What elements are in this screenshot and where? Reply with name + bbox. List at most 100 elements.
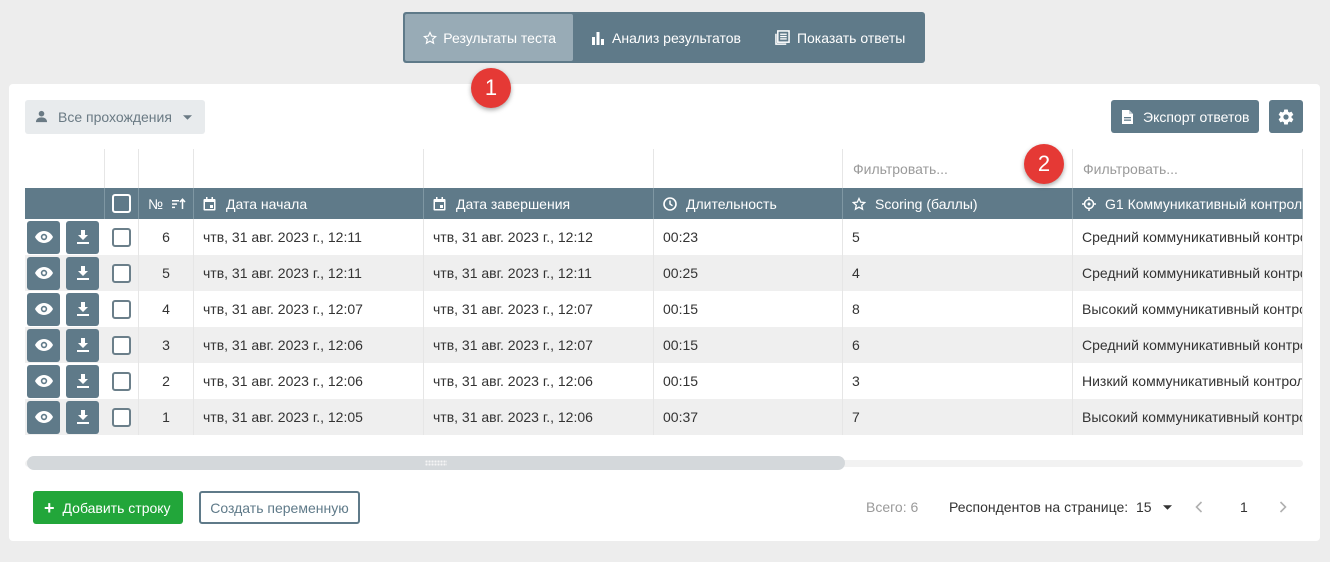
eye-icon	[34, 231, 53, 243]
star-outline-icon	[423, 30, 438, 46]
header-duration[interactable]: Длительность	[654, 188, 843, 219]
cell-start-date: чтв, 31 авг. 2023 г., 12:11	[194, 255, 424, 291]
add-row-label: Добавить строку	[62, 499, 171, 516]
export-label: Экспорт ответов	[1143, 108, 1250, 125]
eye-icon	[34, 303, 53, 315]
cell-duration: 00:37	[654, 399, 843, 435]
sort-asc-icon[interactable]	[172, 197, 186, 210]
cell-end-date: чтв, 31 авг. 2023 г., 12:11	[424, 255, 654, 291]
file-icon	[1122, 109, 1134, 124]
row-checkbox[interactable]	[112, 263, 131, 283]
view-button[interactable]	[27, 256, 60, 290]
cell-num: 4	[139, 291, 194, 327]
filter-cell-empty	[25, 149, 105, 188]
next-page-button[interactable]	[1279, 494, 1287, 520]
row-select	[105, 399, 139, 435]
g1-filter-input[interactable]: Фильтровать...	[1073, 149, 1303, 188]
cell-duration: 00:25	[654, 255, 843, 291]
tab-label: Показать ответы	[796, 29, 906, 46]
current-page[interactable]: 1	[1240, 494, 1248, 520]
settings-button[interactable]	[1269, 100, 1303, 133]
scrollbar-thumb[interactable]	[27, 456, 845, 470]
annotation-badge-2: 2	[1024, 144, 1064, 184]
header-scoring-label: Scoring (баллы)	[875, 195, 978, 212]
download-button[interactable]	[66, 292, 99, 326]
chevron-right-icon	[1279, 501, 1287, 513]
cell-score: 3	[843, 363, 1073, 399]
view-button[interactable]	[27, 292, 60, 326]
cell-end-date: чтв, 31 авг. 2023 г., 12:12	[424, 219, 654, 255]
caret-down-icon[interactable]	[1163, 494, 1172, 520]
cell-end-date: чтв, 31 авг. 2023 г., 12:06	[424, 363, 654, 399]
clock-icon	[663, 196, 677, 211]
cell-start-date: чтв, 31 авг. 2023 г., 12:11	[194, 219, 424, 255]
row-checkbox[interactable]	[112, 227, 131, 247]
cell-score: 4	[843, 255, 1073, 291]
cell-g1: Средний коммуникативный контроль	[1073, 327, 1303, 363]
view-button[interactable]	[27, 220, 60, 254]
view-button[interactable]	[27, 364, 60, 398]
filter-cell-empty	[194, 149, 424, 188]
list-icon	[775, 30, 791, 46]
download-icon	[76, 230, 89, 244]
total-count: Всего: 6	[866, 499, 919, 515]
row-select	[105, 363, 139, 399]
person-icon	[35, 110, 49, 124]
horizontal-scrollbar[interactable]	[25, 456, 1303, 470]
attempts-filter-dropdown[interactable]: Все прохождения	[25, 100, 205, 134]
cell-start-date: чтв, 31 авг. 2023 г., 12:05	[194, 399, 424, 435]
add-row-button[interactable]: + Добавить строку	[33, 491, 183, 524]
crosshair-icon	[1082, 196, 1096, 211]
download-button[interactable]	[66, 328, 99, 362]
results-table: Фильтровать... Фильтровать... № Дата нач…	[25, 149, 1303, 435]
row-checkbox[interactable]	[112, 371, 131, 391]
row-checkbox[interactable]	[112, 407, 131, 427]
prev-page-button[interactable]	[1195, 494, 1203, 520]
download-button[interactable]	[66, 220, 99, 254]
download-button[interactable]	[66, 400, 99, 434]
select-all-checkbox[interactable]	[112, 194, 131, 213]
header-select-all	[105, 188, 139, 219]
download-icon	[76, 374, 89, 388]
header-start-date[interactable]: Дата начала	[194, 188, 424, 219]
header-g1[interactable]: G1 Коммуникативный контроль	[1073, 188, 1303, 219]
filter-cell-empty	[424, 149, 654, 188]
header-end-date[interactable]: Дата завершения	[424, 188, 654, 219]
view-button[interactable]	[27, 400, 60, 434]
per-page-select[interactable]: 15	[1136, 494, 1152, 520]
plus-icon: +	[44, 497, 55, 518]
download-button[interactable]	[66, 364, 99, 398]
tab-test-results[interactable]: Результаты теста	[405, 14, 573, 61]
row-checkbox[interactable]	[112, 335, 131, 355]
cell-num: 1	[139, 399, 194, 435]
cell-score: 6	[843, 327, 1073, 363]
tab-results-analysis[interactable]: Анализ результатов	[573, 14, 758, 61]
gear-icon	[1277, 108, 1295, 126]
row-actions	[25, 363, 105, 399]
tab-show-answers[interactable]: Показать ответы	[758, 14, 922, 61]
row-select	[105, 327, 139, 363]
header-actions	[25, 188, 105, 219]
view-tabs: Результаты теста Анализ результатов Пока…	[403, 12, 925, 63]
header-scoring[interactable]: Scoring (баллы)	[843, 188, 1073, 219]
cell-num: 3	[139, 327, 194, 363]
row-actions	[25, 291, 105, 327]
row-actions	[25, 327, 105, 363]
row-checkbox[interactable]	[112, 299, 131, 319]
cell-g1: Средний коммуникативный контроль	[1073, 255, 1303, 291]
create-variable-button[interactable]: Создать переменную	[199, 491, 360, 524]
download-button[interactable]	[66, 256, 99, 290]
per-page-label: Респондентов на странице:	[949, 499, 1129, 515]
table-row: 4 чтв, 31 авг. 2023 г., 12:07 чтв, 31 авг.…	[25, 291, 1303, 327]
header-end-label: Дата завершения	[456, 195, 571, 212]
view-button[interactable]	[27, 328, 60, 362]
table-row: 2 чтв, 31 авг. 2023 г., 12:06 чтв, 31 авг.…	[25, 363, 1303, 399]
row-actions	[25, 219, 105, 255]
cell-num: 5	[139, 255, 194, 291]
header-num[interactable]: №	[139, 188, 194, 219]
table-row: 6 чтв, 31 авг. 2023 г., 12:11 чтв, 31 авг.…	[25, 219, 1303, 255]
eye-icon	[34, 375, 53, 387]
cell-start-date: чтв, 31 авг. 2023 г., 12:06	[194, 363, 424, 399]
export-answers-button[interactable]: Экспорт ответов	[1111, 100, 1259, 133]
tab-label: Результаты теста	[443, 29, 556, 46]
